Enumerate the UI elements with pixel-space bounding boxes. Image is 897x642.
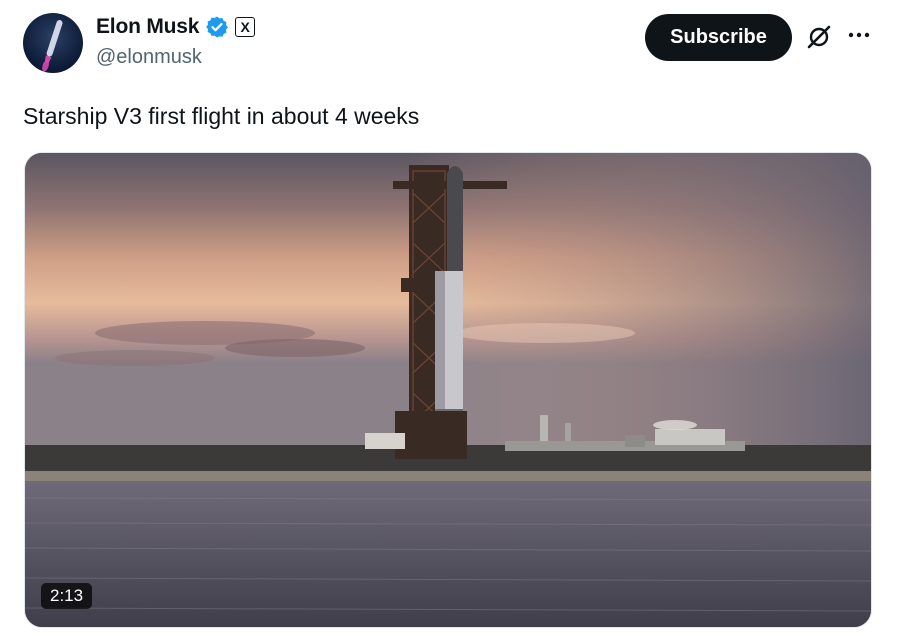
- video-duration: 2:13: [41, 583, 93, 609]
- video-player[interactable]: [24, 152, 872, 628]
- affiliate-x-badge[interactable]: X: [235, 17, 256, 37]
- tweet-text: Starship V3 first flight in about 4 week…: [23, 103, 420, 129]
- author-name-row: Elon Musk X: [96, 15, 256, 39]
- author-handle[interactable]: @elonmusk: [96, 46, 202, 69]
- more-options-icon[interactable]: [846, 22, 872, 48]
- subscribe-button[interactable]: Subscribe: [645, 14, 792, 61]
- grok-icon[interactable]: [806, 24, 832, 50]
- verified-badge-icon[interactable]: [205, 15, 229, 39]
- display-name[interactable]: Elon Musk: [96, 15, 199, 39]
- avatar[interactable]: [23, 13, 83, 73]
